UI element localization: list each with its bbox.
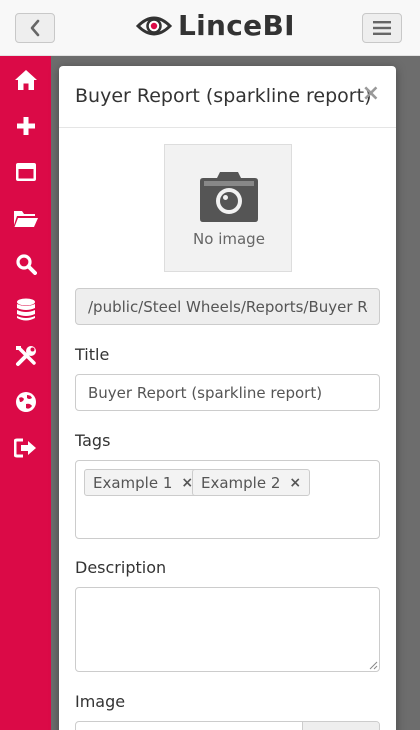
- search-icon: [15, 254, 37, 275]
- home-icon: [14, 70, 37, 90]
- no-image-label: No image: [193, 230, 265, 248]
- close-button[interactable]: ×: [362, 83, 380, 105]
- tools-icon: [15, 346, 36, 366]
- path-value: /public/Steel Wheels/Reports/Buyer Repor…: [88, 298, 368, 316]
- image-preview: No image: [164, 144, 292, 272]
- path-field[interactable]: /public/Steel Wheels/Reports/Buyer Repor…: [75, 288, 380, 325]
- tag-chip: Example 2 ×: [192, 469, 311, 496]
- description-textarea[interactable]: [75, 587, 380, 672]
- window-icon: [15, 163, 36, 181]
- resize-handle-icon[interactable]: [369, 661, 378, 670]
- sidebar: [0, 56, 51, 730]
- eye-icon: [136, 16, 172, 36]
- sidebar-item-database[interactable]: [0, 287, 51, 333]
- sidebar-item-tools[interactable]: [0, 333, 51, 379]
- sidebar-item-logout[interactable]: [0, 425, 51, 471]
- tag-label: Example 1: [93, 473, 173, 492]
- brand-logo[interactable]: LinceBI: [136, 11, 295, 41]
- sign-out-icon: [13, 438, 36, 458]
- sidebar-item-window[interactable]: [0, 149, 51, 195]
- title-input-value: Buyer Report (sparkline report): [88, 384, 323, 402]
- tag-remove-button[interactable]: ×: [289, 475, 301, 491]
- sidebar-item-search[interactable]: [0, 241, 51, 287]
- title-input[interactable]: Buyer Report (sparkline report): [75, 374, 380, 411]
- image-label: Image: [75, 692, 126, 711]
- report-properties-modal: Buyer Report (sparkline report) × No ima…: [59, 66, 396, 730]
- globe-icon: [15, 392, 36, 412]
- brand-name: LinceBI: [178, 9, 295, 42]
- chevron-left-icon: [30, 19, 40, 37]
- top-navbar: LinceBI: [0, 0, 420, 56]
- back-button[interactable]: [15, 13, 55, 43]
- hamburger-icon: [373, 21, 391, 35]
- tag-chip: Example 1 ×: [84, 469, 203, 496]
- description-label: Description: [75, 558, 167, 577]
- sidebar-item-home[interactable]: [0, 57, 51, 103]
- title-label: Title: [75, 345, 110, 364]
- sidebar-item-open[interactable]: [0, 195, 51, 241]
- image-file-input[interactable]: [75, 721, 380, 730]
- sidebar-item-language[interactable]: [0, 379, 51, 425]
- database-icon: [16, 298, 35, 321]
- modal-header: Buyer Report (sparkline report) ×: [59, 66, 396, 128]
- tag-label: Example 2: [201, 473, 281, 492]
- browse-button[interactable]: [302, 722, 379, 730]
- modal-title: Buyer Report (sparkline report): [75, 85, 372, 107]
- tags-input[interactable]: Example 1 × Example 2 ×: [75, 460, 380, 539]
- camera-icon: [200, 172, 258, 222]
- tags-label: Tags: [75, 431, 111, 450]
- plus-icon: [16, 117, 35, 135]
- sidebar-item-new[interactable]: [0, 103, 51, 149]
- menu-toggle-button[interactable]: [362, 13, 402, 43]
- folder-open-icon: [13, 211, 38, 227]
